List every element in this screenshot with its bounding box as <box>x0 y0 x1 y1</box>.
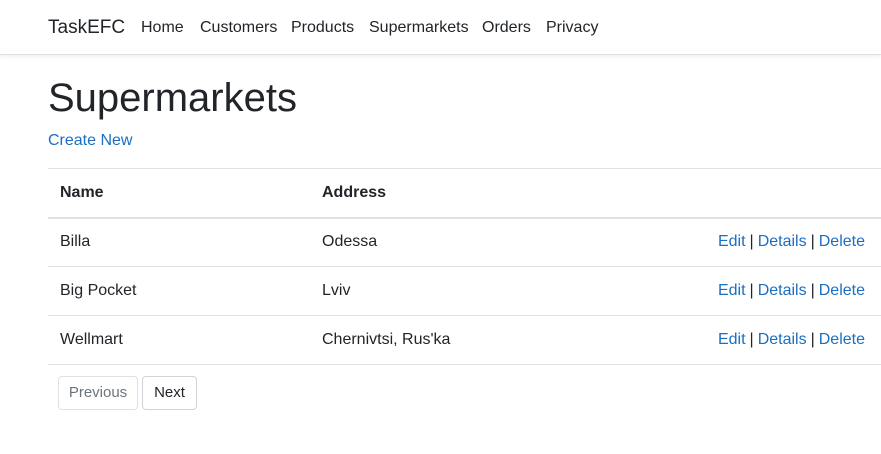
cell-address: Odessa <box>322 233 378 251</box>
cell-actions: Edit | Details | Delete <box>610 218 881 267</box>
edit-link[interactable]: Edit <box>718 233 746 250</box>
nav-products-link[interactable]: Products <box>291 18 354 38</box>
action-separator: | <box>749 282 754 299</box>
edit-link[interactable]: Edit <box>718 331 746 348</box>
next-page-button[interactable]: Next <box>142 376 197 410</box>
nav-supermarkets-link[interactable]: Supermarkets <box>369 18 469 38</box>
cell-actions: Edit | Details | Delete <box>610 316 881 365</box>
supermarkets-table: Name Address Billa Odessa Edit | Details | D… <box>48 168 881 365</box>
cell-name: Big Pocket <box>60 282 137 299</box>
top-navbar: TaskEFC Home Customers Products Supermar… <box>0 0 881 55</box>
brand-link[interactable]: TaskEFC <box>48 16 125 40</box>
delete-link[interactable]: Delete <box>819 331 865 348</box>
page-title: Supermarkets <box>48 76 297 120</box>
cell-address: Chernivtsi, Rus'ka <box>322 331 451 348</box>
create-new-link[interactable]: Create New <box>48 131 132 151</box>
nav-privacy-link[interactable]: Privacy <box>546 18 598 38</box>
table-header-row: Name Address <box>48 168 881 218</box>
cell-actions: Edit | Details | Delete <box>610 267 881 316</box>
column-header-actions <box>610 169 881 218</box>
table-row: Billa Odessa Edit | Details | Delete <box>48 218 881 267</box>
table-row: Big Pocket Lviv Edit | Details | Delete <box>48 267 881 316</box>
action-separator: | <box>749 233 754 251</box>
edit-link[interactable]: Edit <box>718 282 746 299</box>
table-header: Name Address <box>48 168 881 218</box>
action-separator: | <box>810 233 815 251</box>
column-header-name: Name <box>60 183 104 201</box>
delete-link[interactable]: Delete <box>819 233 865 250</box>
cell-address: Lviv <box>322 282 351 299</box>
previous-page-button: Previous <box>58 376 138 410</box>
table-body: Billa Odessa Edit | Details | Delete Big Poc… <box>48 218 881 365</box>
table-row: Wellmart Chernivtsi, Rus'ka Edit | Details… <box>48 316 881 365</box>
column-header-address: Address <box>322 183 387 201</box>
action-separator: | <box>749 331 754 348</box>
details-link[interactable]: Details <box>758 233 807 250</box>
cell-name: Billa <box>60 233 91 251</box>
nav-orders-link[interactable]: Orders <box>482 18 531 38</box>
nav-customers-link[interactable]: Customers <box>200 18 277 38</box>
details-link[interactable]: Details <box>758 282 807 299</box>
nav-home-link[interactable]: Home <box>141 18 184 38</box>
action-separator: | <box>810 282 815 299</box>
details-link[interactable]: Details <box>758 331 807 348</box>
delete-link[interactable]: Delete <box>819 282 865 299</box>
cell-name: Wellmart <box>60 331 123 348</box>
action-separator: | <box>810 331 815 348</box>
